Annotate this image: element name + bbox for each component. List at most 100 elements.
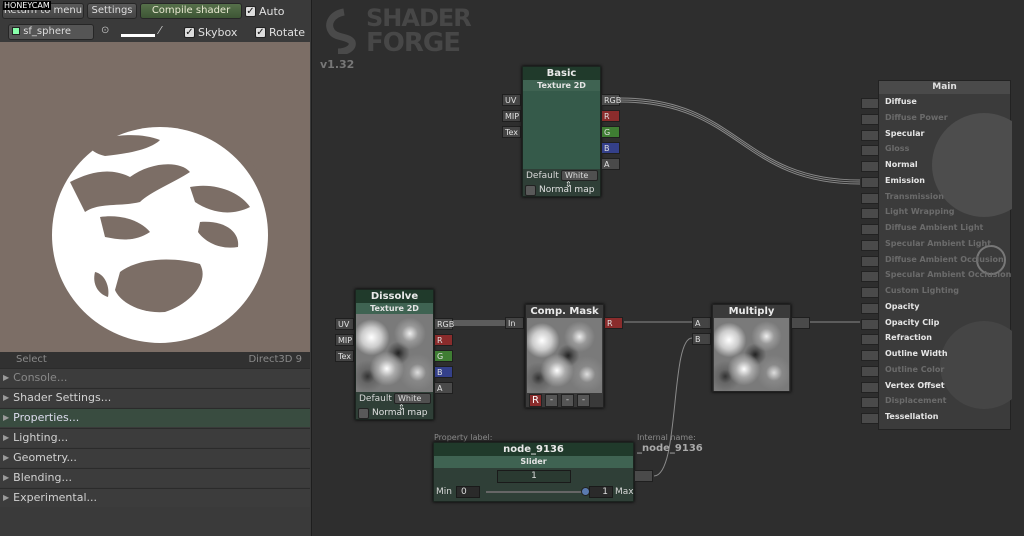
b-input-port[interactable]: B	[692, 333, 711, 345]
g-output-port[interactable]: G	[434, 350, 453, 362]
mesh-label: sf_sphere	[23, 26, 72, 37]
basic-texture-node[interactable]: Basic Texture 2D Default White ⇕ Normal …	[522, 66, 601, 197]
main-input-port[interactable]	[861, 287, 879, 298]
logo-line2: FORGE	[366, 28, 461, 58]
main-input-port[interactable]	[861, 129, 879, 141]
main-input-port[interactable]	[861, 208, 879, 220]
main-input-port[interactable]	[861, 381, 879, 393]
slider-output-port[interactable]	[634, 470, 653, 482]
section-label: Blending...	[13, 471, 72, 484]
multiply-node[interactable]: Multiply	[712, 304, 791, 392]
main-input-port[interactable]	[861, 192, 879, 204]
uv-input-port[interactable]: UV	[502, 94, 521, 106]
compile-shader-button[interactable]: Compile shader	[140, 3, 242, 19]
main-input-port[interactable]	[861, 98, 879, 109]
node-title[interactable]: node_9136	[434, 443, 633, 456]
section-lighting[interactable]: ▶ Lighting...	[0, 428, 310, 447]
main-input-port[interactable]	[861, 239, 879, 251]
light-color-swatch[interactable]	[121, 34, 155, 37]
r-output-port[interactable]: R	[601, 110, 620, 122]
skybox-checkbox[interactable]: ✓ Skybox	[184, 25, 237, 39]
preview-sphere	[52, 127, 268, 343]
tex-input-port[interactable]: Tex	[502, 126, 521, 138]
section-label: Shader Settings...	[13, 391, 112, 404]
main-input-port[interactable]	[861, 176, 879, 188]
eyedropper-icon[interactable]: ⁄	[159, 24, 161, 37]
slider-value-field[interactable]: 1	[497, 470, 571, 483]
section-experimental[interactable]: ▶ Experimental...	[0, 488, 310, 507]
main-input-port[interactable]	[861, 350, 879, 361]
main-input-label: Diffuse Power	[885, 112, 948, 122]
comp-mask-node[interactable]: Comp. Mask R - - -	[525, 304, 604, 408]
main-input-port[interactable]	[861, 318, 879, 330]
channel-r-button[interactable]: R	[529, 394, 542, 407]
mip-input-port[interactable]: MIP	[502, 110, 521, 122]
main-input-port[interactable]	[861, 145, 879, 157]
section-console[interactable]: ▶ Console...	[0, 368, 310, 387]
rgb-output-port[interactable]: RGB	[434, 318, 454, 330]
settings-button[interactable]: Settings	[87, 3, 137, 19]
main-input-port[interactable]	[861, 413, 879, 424]
main-node[interactable]: Main Diffuse Diffuse Power Specular Gloss No…	[861, 80, 1012, 430]
channel-button-4[interactable]: -	[577, 394, 590, 407]
normal-map-checkbox[interactable]: Normal map	[525, 183, 594, 197]
preview-viewport[interactable]	[0, 42, 310, 352]
r-output-port[interactable]: R	[434, 334, 453, 346]
rotate-checkbox[interactable]: ✓ Rotate	[255, 25, 305, 39]
triangle-right-icon: ▶	[3, 373, 10, 382]
in-input-port[interactable]: In	[505, 317, 524, 329]
main-input-port[interactable]	[861, 365, 879, 377]
slider-track[interactable]	[486, 487, 590, 496]
channel-button-3[interactable]: -	[561, 394, 574, 407]
internal-name-value[interactable]: _node_9136	[637, 443, 703, 454]
main-input-port[interactable]	[861, 397, 879, 409]
main-input-label: Diffuse Ambient Light	[885, 223, 984, 232]
auto-checkbox[interactable]: ✓ Auto	[245, 4, 285, 18]
section-blending[interactable]: ▶ Blending...	[0, 468, 310, 487]
section-properties[interactable]: ▶ Properties...	[0, 408, 310, 427]
channel-button-2[interactable]: -	[545, 394, 558, 407]
main-input-label: Emission	[885, 175, 925, 185]
main-input-port[interactable]	[861, 113, 879, 125]
slider-node[interactable]: node_9136 Slider 1 Min 0 1 Max	[433, 442, 634, 502]
texture-slot[interactable]	[523, 91, 600, 169]
main-input-port[interactable]	[861, 334, 879, 346]
triangle-right-icon: ▶	[3, 413, 10, 422]
section-geometry[interactable]: ▶ Geometry...	[0, 448, 310, 467]
main-input-port[interactable]	[861, 255, 879, 267]
main-input-port[interactable]	[861, 302, 879, 314]
r-output-port[interactable]: R	[604, 317, 623, 329]
main-input-port[interactable]	[861, 224, 879, 235]
target-icon[interactable]: ⊙	[101, 25, 109, 36]
main-input-label: Diffuse Ambient Occlusion	[885, 254, 1004, 264]
main-input-port[interactable]	[861, 271, 879, 283]
default-dropdown[interactable]: White ⇕	[394, 393, 431, 412]
g-output-port[interactable]: G	[601, 126, 620, 138]
min-field[interactable]: 0	[456, 486, 480, 498]
section-shader-settings[interactable]: ▶ Shader Settings...	[0, 388, 310, 407]
multiply-output-port[interactable]	[791, 317, 810, 329]
default-dropdown[interactable]: White ⇕	[561, 170, 598, 189]
main-input-port[interactable]	[861, 161, 879, 172]
max-field[interactable]: 1	[589, 486, 613, 498]
multiply-preview	[714, 318, 789, 391]
tex-input-port[interactable]: Tex	[335, 350, 354, 362]
a-output-port[interactable]: A	[434, 382, 453, 394]
b-output-port[interactable]: B	[601, 142, 620, 154]
rgb-output-port[interactable]: RGB	[601, 94, 621, 106]
checkbox-box	[358, 407, 369, 419]
main-input-label: Specular Ambient Light	[885, 238, 992, 248]
normal-map-checkbox[interactable]: Normal map	[358, 406, 427, 420]
a-input-port[interactable]: A	[692, 317, 711, 329]
normal-map-label: Normal map	[539, 185, 595, 195]
select-label: Select	[16, 354, 47, 365]
uv-input-port[interactable]: UV	[335, 318, 354, 330]
a-output-port[interactable]: A	[601, 158, 620, 170]
dissolve-texture-node[interactable]: Dissolve Texture 2D Default White ⇕ Norm…	[355, 289, 434, 420]
b-output-port[interactable]: B	[434, 366, 453, 378]
main-input-label: Vertex Offset	[885, 380, 945, 390]
noise-texture-preview[interactable]	[356, 314, 433, 392]
mip-input-port[interactable]: MIP	[335, 334, 354, 346]
check-icon: ✓	[184, 26, 195, 38]
mesh-select[interactable]: sf_sphere	[8, 24, 94, 40]
